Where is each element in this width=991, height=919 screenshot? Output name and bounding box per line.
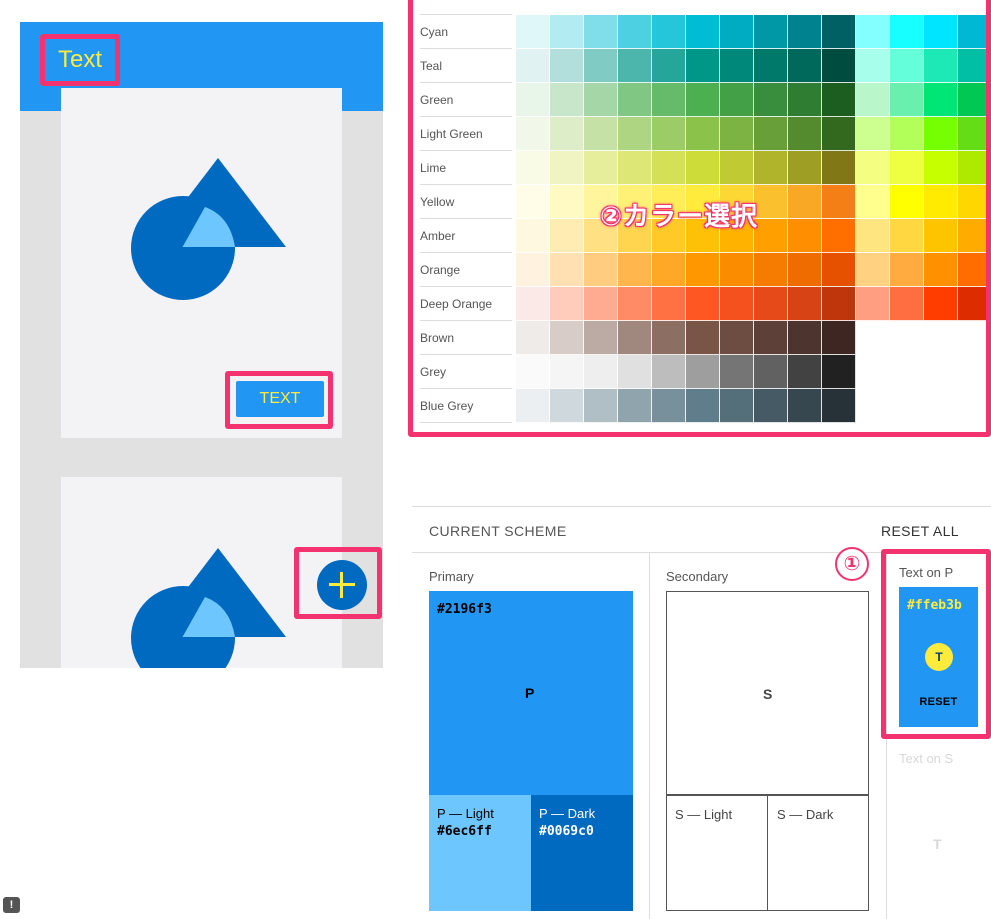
reset-all-button[interactable]: RESET ALL (881, 523, 959, 539)
highlight-app-bar-title (40, 34, 120, 86)
shapes-illustration (131, 548, 286, 668)
primary-swatch[interactable]: #2196f3 P (429, 591, 633, 795)
primary-light-hex: #6ec6ff (437, 824, 492, 839)
primary-dark-label: P — Dark (539, 806, 596, 821)
primary-letter: P (525, 685, 535, 701)
primary-dark-hex: #0069c0 (539, 824, 594, 839)
text-on-s-label: Text on S (899, 751, 954, 766)
scheme-title: CURRENT SCHEME (429, 523, 567, 539)
highlight-fab (294, 547, 382, 619)
secondary-swatch[interactable]: S (666, 591, 869, 795)
primary-hex: #2196f3 (437, 602, 492, 617)
highlight-palette (408, 0, 991, 437)
primary-light-label: P — Light (437, 806, 494, 821)
scheme-header: CURRENT SCHEME RESET ALL (412, 507, 991, 553)
warning-icon: ! (3, 897, 20, 913)
primary-dark-swatch[interactable]: P — Dark #0069c0 (531, 795, 633, 911)
secondary-letter: S (763, 686, 773, 702)
annotation-step-1: ① (835, 547, 869, 581)
text-on-s-letter: T (933, 836, 942, 852)
secondary-light-swatch[interactable]: S — Light (666, 795, 768, 911)
column-divider (649, 553, 650, 919)
secondary-light-label: S — Light (675, 807, 733, 822)
secondary-dark-label: S — Dark (777, 807, 834, 822)
highlight-text-button (225, 371, 333, 429)
secondary-dark-swatch[interactable]: S — Dark (767, 795, 869, 911)
primary-light-swatch[interactable]: P — Light #6ec6ff (429, 795, 531, 911)
shapes-illustration (131, 158, 286, 300)
highlight-text-on-p (881, 549, 991, 739)
secondary-label: Secondary (666, 569, 729, 584)
primary-label: Primary (429, 569, 474, 584)
